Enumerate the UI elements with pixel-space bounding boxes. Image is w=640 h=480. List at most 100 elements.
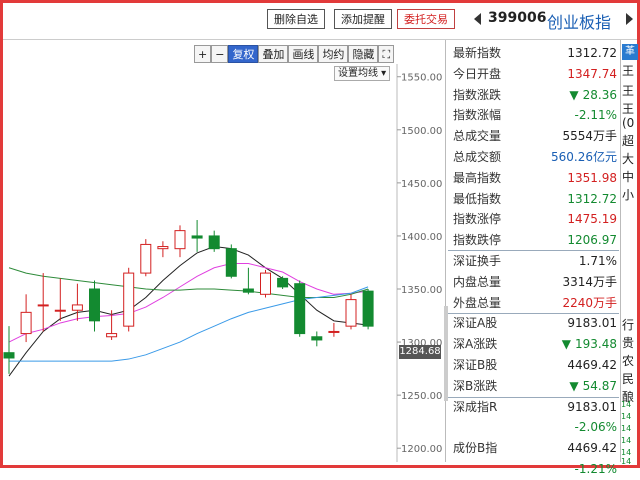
draw-line-button[interactable]: 画线 xyxy=(288,45,319,63)
quote-row: 深证B股 4469.42 xyxy=(448,355,619,376)
quote-value-text: 193.48 xyxy=(575,337,617,352)
quote-value-text: 54.87 xyxy=(582,378,617,393)
hide-button[interactable]: 隐藏 xyxy=(348,45,379,63)
quote-row: -1.21% xyxy=(448,459,619,480)
quote-value: 1475.19 xyxy=(567,209,617,230)
quote-value: ▼ 54.87 xyxy=(569,376,617,397)
candle-body xyxy=(208,235,220,250)
quote-row: -2.06% xyxy=(448,417,619,438)
quote-value-text: 4469.42 xyxy=(567,441,617,456)
candle-body xyxy=(71,304,83,311)
candle-body xyxy=(3,352,15,359)
side-list-item[interactable]: 行 xyxy=(622,316,634,333)
overlay-button[interactable]: 叠加 xyxy=(258,45,289,63)
quote-value-text: 5554万手 xyxy=(562,129,617,144)
quote-value: 3314万手 xyxy=(562,272,617,293)
side-list-item[interactable]: 超 xyxy=(622,132,634,149)
quote-row: 指数涨停 1475.19 xyxy=(448,209,619,230)
zoom-out-button[interactable]: − xyxy=(211,45,229,63)
add-alert-button[interactable]: 添加提醒 xyxy=(334,9,392,29)
quote-value-text: 1347.74 xyxy=(567,66,617,81)
quote-value: 4469.42 xyxy=(567,355,617,376)
ma-line xyxy=(8,263,369,343)
side-list-item[interactable]: 小 xyxy=(622,186,634,203)
y-tick-label: 1550.00 xyxy=(401,73,442,84)
prev-arrow-icon[interactable] xyxy=(474,13,481,25)
quote-label: 深证换手 xyxy=(453,253,502,268)
quote-value: 1206.97 xyxy=(567,230,617,251)
quote-value: -2.11% xyxy=(575,105,617,126)
quote-value-text: 1206.97 xyxy=(567,233,617,248)
delete-watch-button[interactable]: 删除自选 xyxy=(267,9,325,29)
quote-value-text: 3314万手 xyxy=(562,274,617,289)
quote-row: 深成指R 9183.01 xyxy=(448,397,619,418)
quote-value: ▼ 28.36 xyxy=(569,85,617,106)
quote-row: 今日开盘 1347.74 xyxy=(448,64,619,85)
quote-label: 总成交量 xyxy=(453,129,502,144)
side-list-item[interactable]: 大 xyxy=(622,150,634,167)
y-tick-label: 1400.00 xyxy=(401,232,442,243)
header-divider xyxy=(3,39,637,40)
quote-row: 最高指数 1351.98 xyxy=(448,168,619,189)
quote-value-text: 4469.42 xyxy=(567,357,617,372)
trade-button[interactable]: 委托交易 xyxy=(397,9,455,29)
stock-name: 创业板指 xyxy=(547,13,612,32)
candle-body xyxy=(89,288,100,322)
quote-value: 4469.42 xyxy=(567,438,617,459)
quote-label: 深证B股 xyxy=(453,357,498,372)
stock-code: 399006 xyxy=(488,10,547,26)
candle-body xyxy=(260,272,271,295)
side-list-item[interactable]: 农 xyxy=(622,352,634,369)
candle-body xyxy=(123,272,135,327)
side-list-item[interactable]: 王 xyxy=(622,100,634,117)
quote-row: 指数跌停 1206.97 xyxy=(448,230,619,251)
quote-value-text: 1312.72 xyxy=(567,191,617,206)
fullscreen-icon[interactable]: ⛶ xyxy=(378,45,395,63)
quote-value-text: 9183.01 xyxy=(567,316,617,331)
side-list-item[interactable]: 王 xyxy=(622,82,634,99)
adjust-button[interactable]: 复权 xyxy=(228,45,259,63)
average-button[interactable]: 均约 xyxy=(318,45,349,63)
candle-body xyxy=(191,235,203,239)
quote-row: 指数涨幅 -2.11% xyxy=(448,105,619,126)
candle-body xyxy=(225,248,237,277)
ma-line xyxy=(8,267,369,298)
quote-label: 今日开盘 xyxy=(453,66,502,81)
side-tab[interactable]: 革 xyxy=(622,44,638,60)
y-tick-label: 1200.00 xyxy=(401,444,442,455)
side-list-item[interactable]: 中 xyxy=(622,168,634,185)
y-tick-label: 1450.00 xyxy=(401,179,442,190)
candle-body xyxy=(37,304,49,307)
down-arrow-icon: ▼ xyxy=(569,378,579,393)
zoom-in-button[interactable]: + xyxy=(194,45,212,63)
quote-value: 5554万手 xyxy=(562,126,617,147)
quote-label: 深证A股 xyxy=(453,316,498,331)
next-arrow-icon[interactable] xyxy=(626,13,633,25)
quote-value-text: 28.36 xyxy=(582,87,617,102)
quote-row: 深A涨跌 ▼ 193.48 xyxy=(448,334,619,355)
candle-body xyxy=(345,299,357,327)
side-list-item[interactable]: 贵 xyxy=(622,334,634,351)
quote-value-text: 560.26亿元 xyxy=(551,149,617,164)
y-tick-label: 1250.00 xyxy=(401,391,442,402)
quote-value: 1312.72 xyxy=(567,189,617,210)
quote-row: 总成交量 5554万手 xyxy=(448,126,619,147)
side-list-item[interactable]: 王 xyxy=(622,62,634,79)
quote-label: 内盘总量 xyxy=(453,274,502,289)
candle-body xyxy=(140,243,152,274)
side-list-number: 14 xyxy=(621,412,632,421)
quote-value-text: 2240万手 xyxy=(562,295,617,310)
quote-row: 最低指数 1312.72 xyxy=(448,189,619,210)
side-list-item[interactable]: (0 xyxy=(622,116,634,130)
quote-panel: 最新指数 1312.72 今日开盘 1347.74 指数涨跌 ▼ 28.36 指数涨幅 -2.1… xyxy=(448,43,619,480)
side-list-number: 14 xyxy=(621,448,632,457)
quote-row: 总成交额 560.26亿元 xyxy=(448,147,619,168)
y-tick-label: 1350.00 xyxy=(401,285,442,296)
quote-label: 最高指数 xyxy=(453,170,502,185)
side-list-number: 14 xyxy=(621,457,632,466)
quote-label: 总成交额 xyxy=(453,149,502,164)
kline-chart[interactable]: 1550.001500.001450.001400.001350.001300.… xyxy=(3,64,445,462)
candle-body xyxy=(311,336,323,341)
side-list-item[interactable]: 民 xyxy=(622,370,634,387)
quote-row: 深B涨跌 ▼ 54.87 xyxy=(448,376,619,397)
